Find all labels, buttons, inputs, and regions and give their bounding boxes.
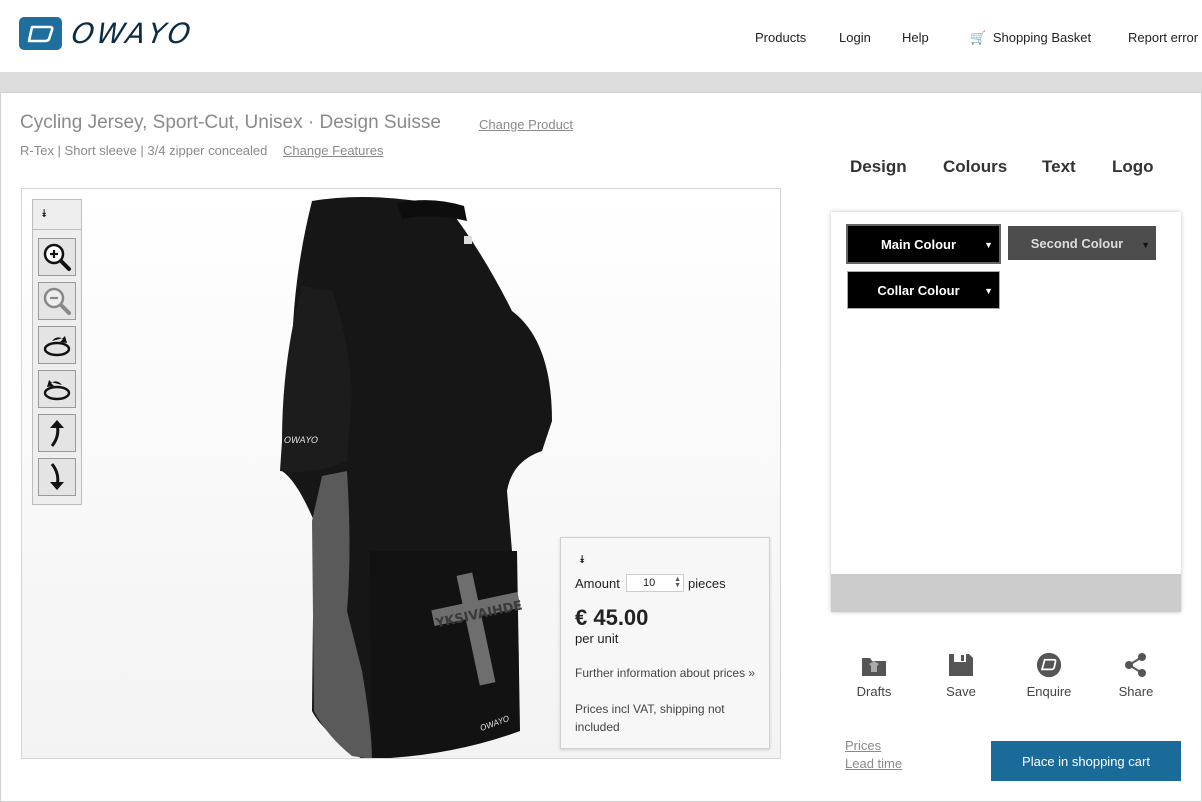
product-title: Cycling Jersey, Sport-Cut, Unisex · Desi… [20, 112, 441, 133]
enquire-button[interactable]: Enquire [1014, 652, 1084, 699]
price-panel: ⯯ Amount 10 ▲ ▼ pieces € 45.00 per unit F… [560, 537, 770, 749]
colour-panel: Main Colour ▼ Second Colour ▼ Collar Col… [831, 212, 1181, 612]
zoom-in-button[interactable] [38, 238, 76, 276]
amount-value: 10 [643, 577, 656, 589]
chevron-down-icon: ▼ [984, 286, 993, 296]
tilt-up-icon [50, 420, 64, 447]
jersey-render: YKSIVAIHDE OWAYO OWAYO [280, 197, 552, 758]
rotate-right-button[interactable] [38, 326, 76, 364]
chevron-down-icon: ▼ [984, 240, 993, 250]
nav-help[interactable]: Help [902, 30, 929, 45]
drafts-button[interactable]: Drafts [839, 652, 909, 699]
tilt-down-icon [50, 463, 64, 490]
save-disk-icon [949, 654, 973, 676]
enquire-logo-icon [1036, 652, 1062, 678]
drafts-label: Drafts [856, 684, 892, 699]
tilt-up-button[interactable] [38, 414, 76, 452]
main-colour-select[interactable]: Main Colour ▼ [846, 224, 1001, 264]
change-product-link[interactable]: Change Product [479, 117, 573, 132]
top-bar: OWAYO Products Login Help 🛒 Shopping Bas… [0, 0, 1202, 73]
unit-price: € 45.00 [575, 605, 649, 630]
per-unit-label: per unit [575, 631, 619, 646]
nav-report-error[interactable]: Report error [1128, 30, 1198, 45]
nav-products[interactable]: Products [755, 30, 806, 45]
zoom-out-button[interactable] [38, 282, 76, 320]
vat-note: Prices incl VAT, shipping not included [575, 702, 725, 734]
share-label: Share [1118, 684, 1154, 699]
expand-toggle-icon: ⯯ [41, 208, 48, 220]
chevron-down-icon: ▼ [1141, 240, 1150, 250]
tab-design[interactable]: Design [850, 157, 907, 177]
lead-time-link[interactable]: Lead time [845, 756, 902, 771]
main-colour-label: Main Colour [880, 236, 957, 252]
change-features-link[interactable]: Change Features [283, 143, 383, 158]
second-colour-select[interactable]: Second Colour ▼ [1008, 226, 1156, 260]
collar-colour-select[interactable]: Collar Colour ▼ [847, 271, 1000, 309]
brand-logo-icon [19, 17, 62, 50]
share-icon [1125, 653, 1146, 677]
amount-stepper-icon[interactable]: ▲ ▼ [674, 576, 681, 589]
view-toolbar: ⯯ [32, 199, 82, 505]
amount-input[interactable]: 10 ▲ ▼ [626, 574, 684, 592]
rotate-left-icon [43, 380, 71, 401]
nav-login[interactable]: Login [839, 30, 871, 45]
brand-logo[interactable]: OWAYO [19, 17, 197, 50]
place-in-cart-button[interactable]: Place in shopping cart [991, 741, 1181, 781]
header-divider-band [0, 73, 1202, 93]
prices-link[interactable]: Prices [845, 738, 881, 753]
nav-basket-label: Shopping Basket [992, 30, 1092, 45]
rotate-right-icon [43, 336, 71, 357]
tab-logo[interactable]: Logo [1112, 157, 1154, 177]
brand-wordmark: OWAYO [69, 17, 197, 50]
svg-text:OWAYO: OWAYO [284, 436, 318, 446]
nav-shopping-basket[interactable]: 🛒 Shopping Basket [970, 30, 1091, 46]
second-colour-label: Second Colour [1030, 235, 1124, 251]
amount-label: Amount [575, 576, 620, 591]
tab-colours[interactable]: Colours [943, 157, 1007, 177]
save-label: Save [946, 684, 976, 699]
further-price-info-link[interactable]: Further information about prices » [575, 664, 761, 682]
share-button[interactable]: Share [1101, 652, 1171, 699]
zoom-in-icon [43, 243, 71, 271]
drafts-folder-icon [862, 658, 886, 676]
toolbar-collapse-toggle[interactable]: ⯯ [33, 200, 81, 230]
tilt-down-button[interactable] [38, 458, 76, 496]
rotate-left-button[interactable] [38, 370, 76, 408]
tab-text[interactable]: Text [1042, 157, 1076, 177]
price-panel-toggle-icon[interactable]: ⯯ [579, 554, 586, 567]
collar-colour-label: Collar Colour [877, 282, 960, 298]
pieces-label: pieces [688, 576, 726, 591]
save-button[interactable]: Save [926, 652, 996, 699]
zoom-out-icon [43, 287, 71, 315]
colour-panel-footer [831, 574, 1181, 612]
product-features: R-Tex | Short sleeve | 3/4 zipper concea… [20, 143, 268, 158]
cart-icon: 🛒 [970, 30, 987, 45]
enquire-label: Enquire [1026, 684, 1072, 699]
